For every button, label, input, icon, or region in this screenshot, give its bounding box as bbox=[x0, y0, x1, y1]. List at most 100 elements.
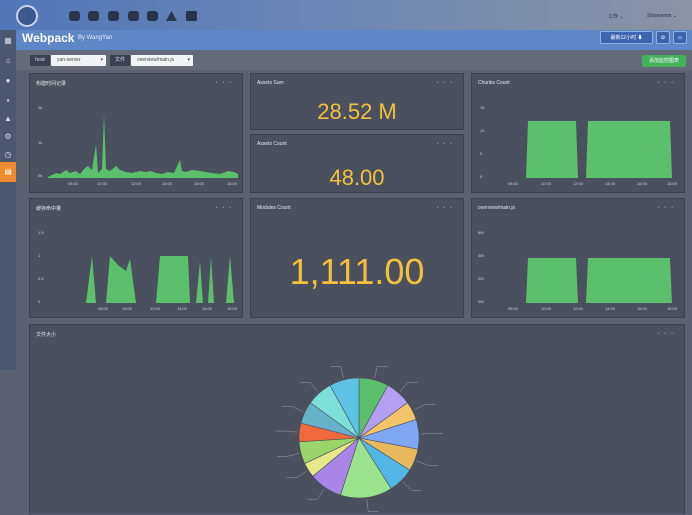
home-icon[interactable]: ⌂ bbox=[3, 56, 13, 66]
build-time-area bbox=[48, 114, 238, 178]
panel-overview-main: overview/main.js ••• 6M 4M 2M 0M 08:00 1… bbox=[471, 198, 685, 318]
y-tick: 1.5 bbox=[38, 230, 44, 235]
panel-controls[interactable]: ••• bbox=[437, 205, 457, 211]
clock-icon[interactable]: ◷ bbox=[3, 150, 13, 160]
x-tick: 12:00 bbox=[573, 306, 584, 311]
y-tick: 1k bbox=[38, 140, 42, 145]
wifi-icon[interactable] bbox=[108, 11, 119, 21]
pie-leader-line bbox=[416, 460, 438, 466]
overview-area bbox=[526, 258, 578, 303]
pie-leader-line bbox=[330, 366, 344, 379]
page-header bbox=[16, 30, 692, 50]
x-tick: 18:00 bbox=[667, 306, 678, 311]
gear-icon[interactable]: ⚙ bbox=[3, 132, 13, 142]
file-size-pie-chart bbox=[275, 366, 443, 512]
chevron-down-icon: ▾ bbox=[187, 57, 190, 63]
top-bar bbox=[0, 0, 692, 30]
panel-title: Assets Sum bbox=[257, 80, 284, 86]
cloud-icon[interactable] bbox=[147, 11, 158, 21]
x-tick: 18:00 bbox=[667, 181, 678, 186]
x-tick: 16:00 bbox=[637, 306, 648, 311]
panel-file-size: 文件大小 ••• bbox=[29, 324, 685, 514]
y-tick: 0 bbox=[38, 299, 41, 304]
pie-leader-line bbox=[374, 366, 388, 379]
cloud-icon[interactable] bbox=[88, 11, 99, 21]
cache-area bbox=[196, 261, 203, 303]
chart-icon[interactable]: ▤ bbox=[3, 167, 13, 177]
x-tick: 14:00 bbox=[605, 181, 616, 186]
panel-title: Modules Count bbox=[257, 205, 291, 211]
pie-leader-line bbox=[282, 406, 304, 412]
bell-icon[interactable]: ▲ bbox=[3, 114, 13, 124]
x-tick: 10:00 bbox=[97, 181, 108, 186]
chunks-area bbox=[586, 121, 672, 178]
x-tick: 10:00 bbox=[122, 306, 133, 311]
pie-leader-line bbox=[402, 481, 422, 491]
x-tick: 08:00 bbox=[68, 181, 79, 186]
y-tick: 5 bbox=[480, 151, 483, 156]
cloud-icon[interactable] bbox=[128, 11, 139, 21]
cache-area bbox=[106, 256, 136, 303]
overview-main-chart: 6M 4M 2M 0M 08:00 10:00 12:00 14:00 16:0… bbox=[478, 230, 678, 311]
y-tick: 0M bbox=[478, 299, 484, 304]
circle-icon[interactable]: ● bbox=[3, 76, 13, 86]
y-tick: 2k bbox=[38, 105, 42, 110]
chunks-count-chart: 15 10 5 0 08:00 10:00 12:00 14:00 16:00 … bbox=[480, 105, 678, 186]
panel-controls[interactable]: ••• bbox=[437, 80, 457, 86]
sidebar-empty bbox=[0, 370, 16, 514]
user-menu[interactable]: Shiwenmin ⌄ bbox=[647, 13, 677, 19]
panel-controls[interactable]: ••• bbox=[437, 141, 457, 147]
panel-cache-count: 缓存命中量 ••• 1.5 1 0.5 0 08:00 10:00 12:00 … bbox=[29, 198, 243, 318]
folder-icon[interactable]: ▪ bbox=[3, 96, 13, 106]
y-tick: 10 bbox=[480, 128, 485, 133]
app-logo[interactable] bbox=[16, 5, 38, 27]
pie-leader-line bbox=[275, 430, 298, 433]
settings-button[interactable]: ⚙ bbox=[656, 31, 670, 44]
y-tick: 6M bbox=[478, 230, 484, 235]
pie-leader-line bbox=[286, 471, 307, 478]
x-tick: 14:00 bbox=[162, 181, 173, 186]
overview-area bbox=[586, 258, 672, 303]
cache-area bbox=[208, 257, 214, 303]
grid-icon[interactable]: ▦ bbox=[3, 36, 13, 46]
y-tick: 0.5 bbox=[38, 276, 44, 281]
panel-modules-count: Modules Count ••• 1,111.00 bbox=[250, 198, 464, 318]
file-select-value: overview/main.js bbox=[137, 57, 174, 63]
x-tick: 14:00 bbox=[177, 306, 188, 311]
x-tick: 16:00 bbox=[202, 306, 213, 311]
file-label: 文件 bbox=[110, 55, 130, 66]
x-tick: 08:00 bbox=[508, 181, 519, 186]
pie-leader-line bbox=[277, 453, 300, 457]
x-tick: 12:00 bbox=[573, 181, 584, 186]
x-tick: 16:00 bbox=[637, 181, 648, 186]
time-range-button[interactable]: 最新12小时 ⬇ bbox=[600, 31, 653, 44]
x-tick: 08:00 bbox=[98, 306, 109, 311]
cache-count-chart: 1.5 1 0.5 0 08:00 10:00 12:00 14:00 16:0… bbox=[38, 230, 238, 311]
panel-title: Assets Count bbox=[257, 141, 287, 147]
panel-assets-count: Assets Count ••• 48.00 bbox=[250, 134, 464, 193]
host-label: host bbox=[30, 55, 50, 66]
build-time-chart: 2k 1k 0k 08:00 10:00 12:00 14:00 16:00 1… bbox=[38, 105, 238, 186]
assets-sum-value: 28.52 M bbox=[317, 99, 397, 124]
panel-chunks-count: Chunks Count ••• 15 10 5 0 08:00 10:00 1… bbox=[471, 73, 685, 193]
pie-leader-line bbox=[399, 382, 418, 392]
chunks-area bbox=[526, 121, 578, 178]
x-tick: 10:00 bbox=[541, 181, 552, 186]
add-chart-button[interactable]: 添加监控图表 bbox=[642, 55, 686, 67]
fullscreen-button[interactable]: ▭ bbox=[673, 31, 687, 44]
menu-work[interactable]: 工作 ⌄ bbox=[608, 13, 624, 20]
x-tick: 12:00 bbox=[150, 306, 161, 311]
host-select[interactable]: yan-server ▾ bbox=[51, 55, 106, 66]
y-tick: 15 bbox=[480, 105, 485, 110]
x-tick: 14:00 bbox=[605, 306, 616, 311]
cloud-icon[interactable] bbox=[69, 11, 80, 21]
y-tick: 4M bbox=[478, 253, 484, 258]
x-tick: 18:00 bbox=[227, 306, 238, 311]
file-select[interactable]: overview/main.js ▾ bbox=[131, 55, 193, 66]
x-tick: 10:00 bbox=[541, 306, 552, 311]
host-select-value: yan-server bbox=[57, 57, 81, 63]
pie-leader-line bbox=[307, 489, 325, 500]
grid-icon[interactable] bbox=[186, 11, 197, 21]
x-tick: 08:00 bbox=[508, 306, 519, 311]
pie-leader-line bbox=[420, 433, 443, 435]
